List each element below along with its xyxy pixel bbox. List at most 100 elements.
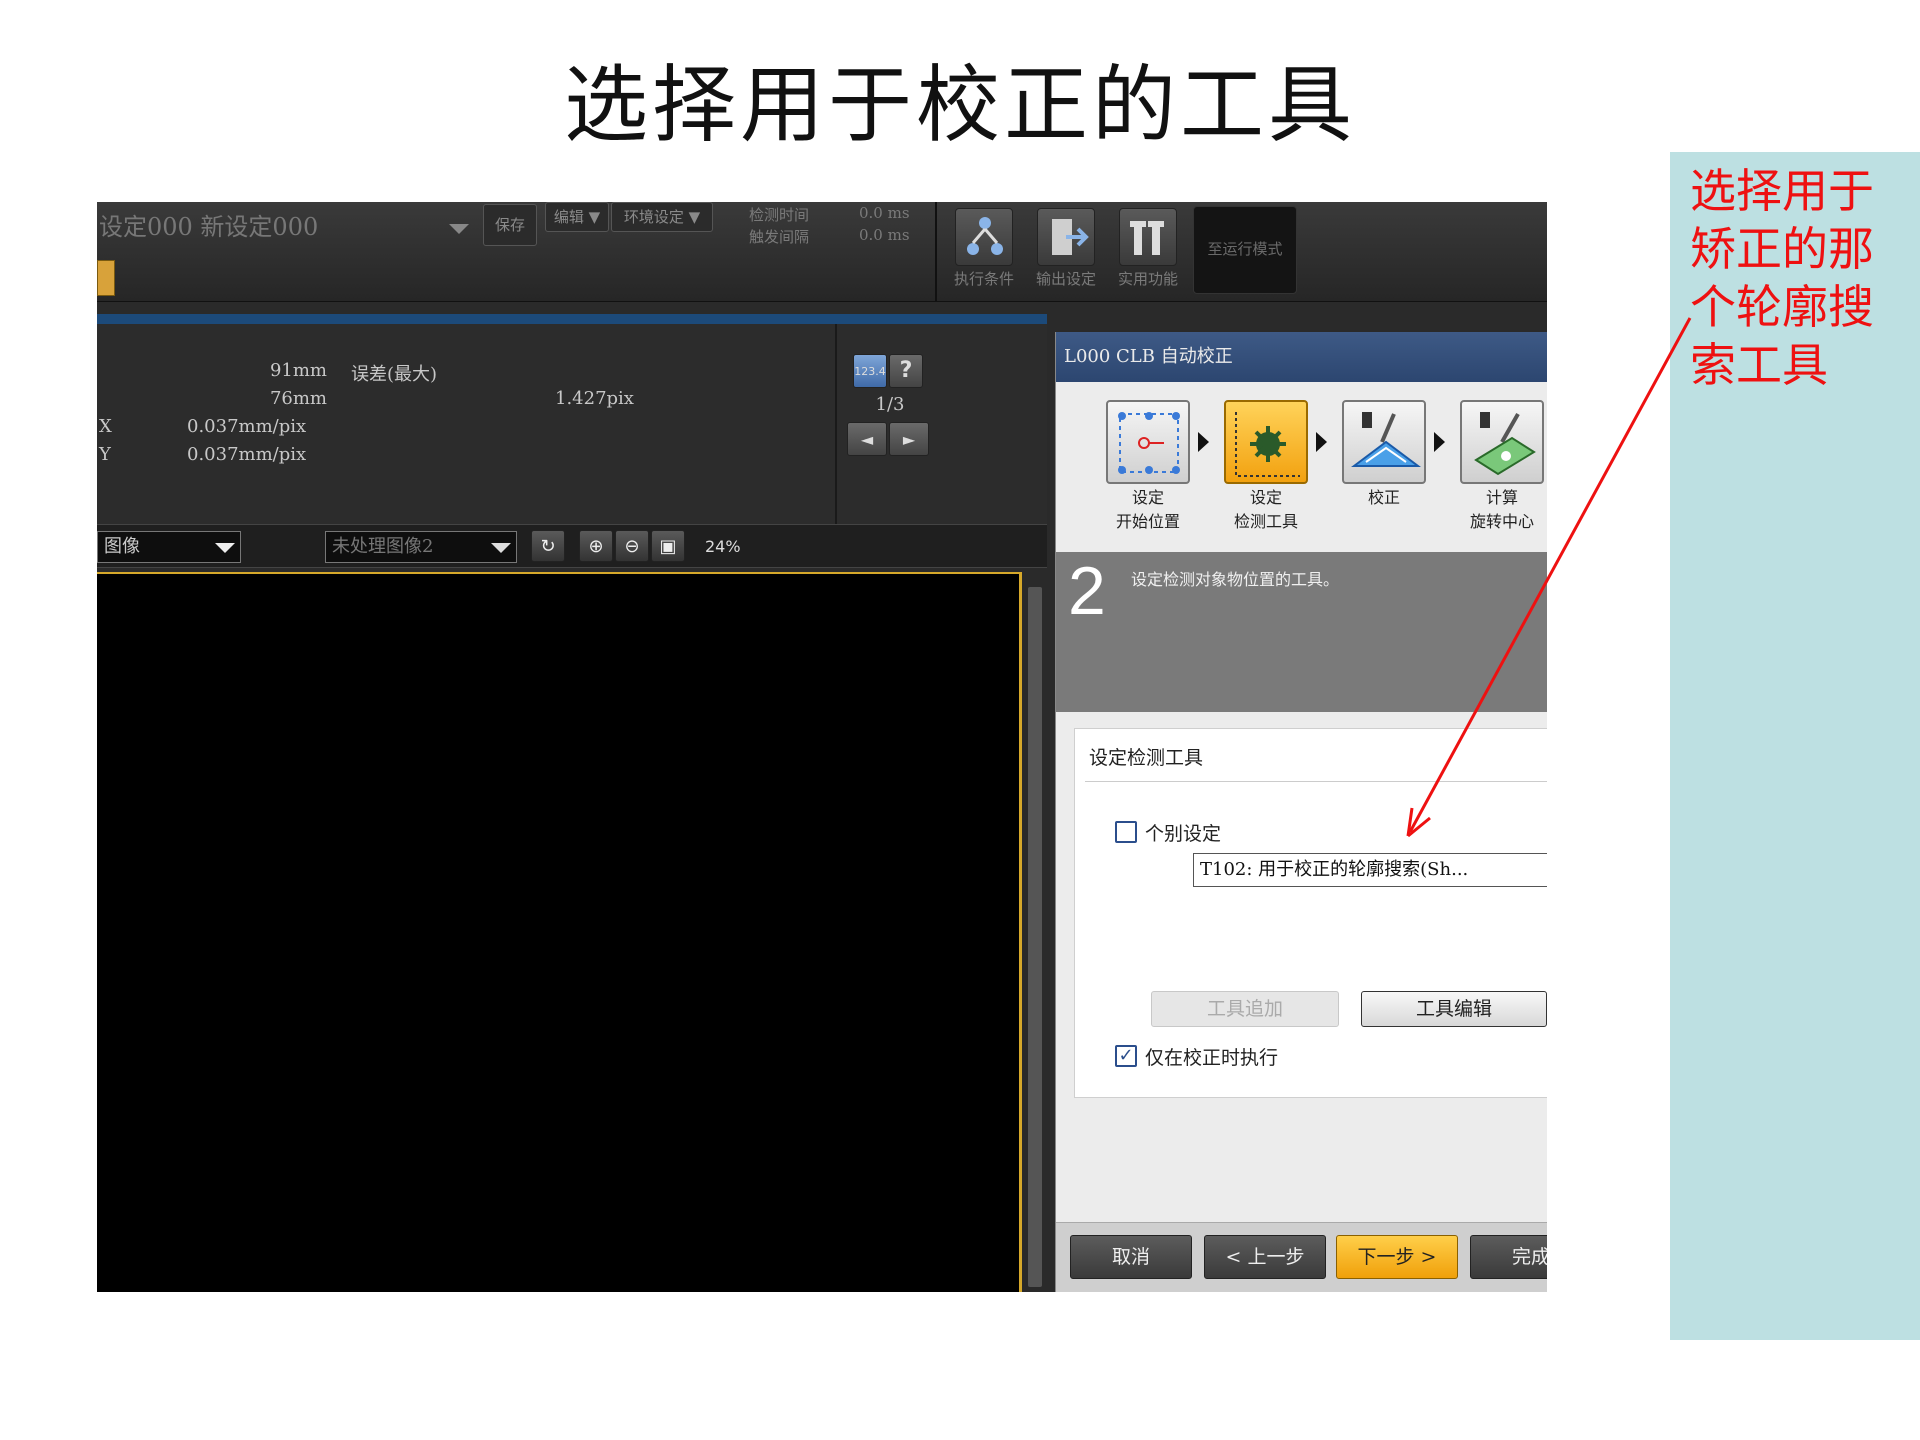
divider xyxy=(1085,781,1547,782)
step-calibrate-button[interactable] xyxy=(1342,400,1426,484)
zoom-in-button[interactable]: ⊕ xyxy=(579,530,613,562)
x-label: X xyxy=(99,416,112,437)
error-max-value: 1.427pix xyxy=(555,388,634,409)
step-start-position-button[interactable] xyxy=(1106,400,1190,484)
refresh-icon: ↻ xyxy=(540,536,556,557)
check-icon: ✓ xyxy=(1118,1045,1134,1066)
add-tool-button[interactable]: 工具追加 xyxy=(1151,991,1339,1027)
divider xyxy=(835,324,837,524)
chevron-down-icon[interactable] xyxy=(449,224,469,234)
software-screenshot: 设定000 新设定000 保存 编辑 ▼ 环境设定 ▼ 检测时间 触发间隔 0.… xyxy=(97,202,1547,1292)
individual-setting-checkbox[interactable] xyxy=(1115,821,1137,843)
error-max-label: 误差(最大) xyxy=(351,364,438,385)
step-description: 设定检测对象物位置的工具。 xyxy=(1131,570,1340,589)
step-label-line: 旋转中心 xyxy=(1469,512,1534,531)
env-setting-label: 环境设定 xyxy=(623,208,684,226)
step-label-line: 开始位置 xyxy=(1115,512,1180,531)
run-mode-button[interactable]: 至运行模式 xyxy=(1193,206,1297,294)
detect-time-value: 0.0 ms xyxy=(859,204,910,222)
exec-condition-button[interactable] xyxy=(955,208,1013,266)
step-label: 设定 检测工具 xyxy=(1211,486,1321,534)
step-label-line: 设定 xyxy=(1249,488,1282,507)
caret-down-icon: ▼ xyxy=(688,208,701,226)
calib-only-checkbox[interactable]: ✓ xyxy=(1115,1045,1137,1067)
image-select-value: 图像 xyxy=(104,536,140,557)
y-label: Y xyxy=(99,444,111,465)
edit-menu-label: 编辑 xyxy=(553,208,584,226)
edit-tool-button[interactable]: 工具编辑 xyxy=(1361,991,1547,1027)
dialog-title: L000 CLB 自动校正 xyxy=(1056,332,1547,382)
raw-image-select[interactable]: 未处理图像2 xyxy=(325,531,517,563)
step-label: 设定 开始位置 xyxy=(1093,486,1203,534)
help-button[interactable]: ? xyxy=(889,354,923,388)
output-setting-button[interactable] xyxy=(1037,208,1095,266)
tools-icon xyxy=(1130,221,1164,255)
numeric-display-button[interactable]: 123.4 xyxy=(853,354,887,388)
raw-image-select-value: 未处理图像2 xyxy=(332,536,434,557)
fit-window-button[interactable]: ▣ xyxy=(651,530,685,562)
prev-page-button[interactable]: ◄ xyxy=(847,422,887,456)
refresh-button[interactable]: ↻ xyxy=(531,530,565,562)
image-display-area[interactable] xyxy=(97,572,1022,1292)
utility-label: 实用功能 xyxy=(1117,270,1178,288)
edit-menu-button[interactable]: 编辑 ▼ xyxy=(545,202,609,232)
calib-only-label: 仅在校正时执行 xyxy=(1145,1047,1279,1069)
back-button[interactable]: < 上一步 xyxy=(1204,1235,1326,1279)
divider xyxy=(935,202,937,302)
step-label-line: 计算 xyxy=(1485,488,1518,507)
cancel-button[interactable]: 取消 xyxy=(1070,1235,1192,1279)
chevron-down-icon xyxy=(215,543,235,553)
info-row1-value: 91mm xyxy=(269,360,327,381)
setting-name: 设定000 新设定000 xyxy=(99,213,319,241)
step-arrow-icon xyxy=(1434,432,1445,452)
next-page-button[interactable]: ► xyxy=(889,422,929,456)
utility-button[interactable] xyxy=(1119,208,1177,266)
tool-select-field[interactable]: T102: 用于校正的轮廓搜索(Sh... xyxy=(1193,853,1547,887)
top-toolbar: 设定000 新设定000 保存 编辑 ▼ 环境设定 ▼ 检测时间 触发间隔 0.… xyxy=(97,202,1547,302)
slide-title: 选择用于校正的工具 xyxy=(563,56,1356,154)
x-resolution-value: 0.037mm/pix xyxy=(187,416,307,437)
step-header: 2 设定检测对象物位置的工具。 xyxy=(1056,552,1547,712)
detect-time-label: 检测时间 xyxy=(749,206,810,224)
scrollbar-thumb[interactable] xyxy=(1028,587,1042,1287)
step-label: 计算 旋转中心 xyxy=(1447,486,1547,534)
step-label-line: 设定 xyxy=(1131,488,1164,507)
fit-window-icon: ▣ xyxy=(659,536,677,557)
zoom-level: 24% xyxy=(705,537,741,556)
trigger-interval-value: 0.0 ms xyxy=(859,226,910,244)
trigger-interval-label: 触发间隔 xyxy=(749,228,810,246)
next-button[interactable]: 下一步 > xyxy=(1336,1235,1458,1279)
step-rotation-center-button[interactable] xyxy=(1460,400,1544,484)
tab-indicator[interactable] xyxy=(97,260,115,296)
annotation-text: 选择用于矫正的那个轮廓搜索工具 xyxy=(1690,164,1874,392)
detect-tool-settings: 设定检测工具 个别设定 T102: 用于校正的轮廓搜索(Sh... 工具追加 工… xyxy=(1074,728,1547,1098)
step-label-line: 校正 xyxy=(1367,488,1400,507)
zoom-in-icon: ⊕ xyxy=(588,536,604,557)
image-toolbar: 图像 未处理图像2 ↻ ⊕ ⊖ ▣ 24% xyxy=(97,524,1047,568)
individual-setting-label: 个别设定 xyxy=(1145,823,1222,845)
exec-condition-label: 执行条件 xyxy=(953,270,1014,288)
step-arrow-icon xyxy=(1316,432,1327,452)
export-icon xyxy=(1052,219,1089,255)
auto-calibration-dialog: L000 CLB 自动校正 设定 开始位置 设定 检测工具 校正 计算 旋转中心… xyxy=(1055,332,1547,1292)
tab-strip xyxy=(97,314,1047,324)
dialog-nav-bar: 取消 < 上一步 下一步 > 完成 xyxy=(1056,1222,1547,1292)
step-label-line: 检测工具 xyxy=(1233,512,1298,531)
page-indicator: 1/3 xyxy=(875,394,905,415)
finish-button[interactable]: 完成 xyxy=(1470,1235,1547,1279)
calibration-info-panel: 91mm 误差(最大) 76mm 1.427pix X 0.037mm/pix … xyxy=(97,324,1047,524)
save-button[interactable]: 保存 xyxy=(483,204,537,246)
flow-icon xyxy=(967,217,1003,255)
rotation-icon xyxy=(1474,412,1536,476)
step-detect-tool-button[interactable] xyxy=(1224,400,1308,484)
step-arrow-icon xyxy=(1198,432,1209,452)
zoom-out-button[interactable]: ⊖ xyxy=(615,530,649,562)
gear-icon xyxy=(1235,412,1300,477)
env-setting-button[interactable]: 环境设定 ▼ xyxy=(611,202,713,232)
step-label: 校正 xyxy=(1329,486,1439,510)
chevron-down-icon xyxy=(491,543,511,553)
caret-down-icon: ▼ xyxy=(588,208,601,226)
camera-calibrate-icon xyxy=(1351,412,1421,467)
y-resolution-value: 0.037mm/pix xyxy=(187,444,307,465)
grid-points-icon xyxy=(1118,412,1180,474)
